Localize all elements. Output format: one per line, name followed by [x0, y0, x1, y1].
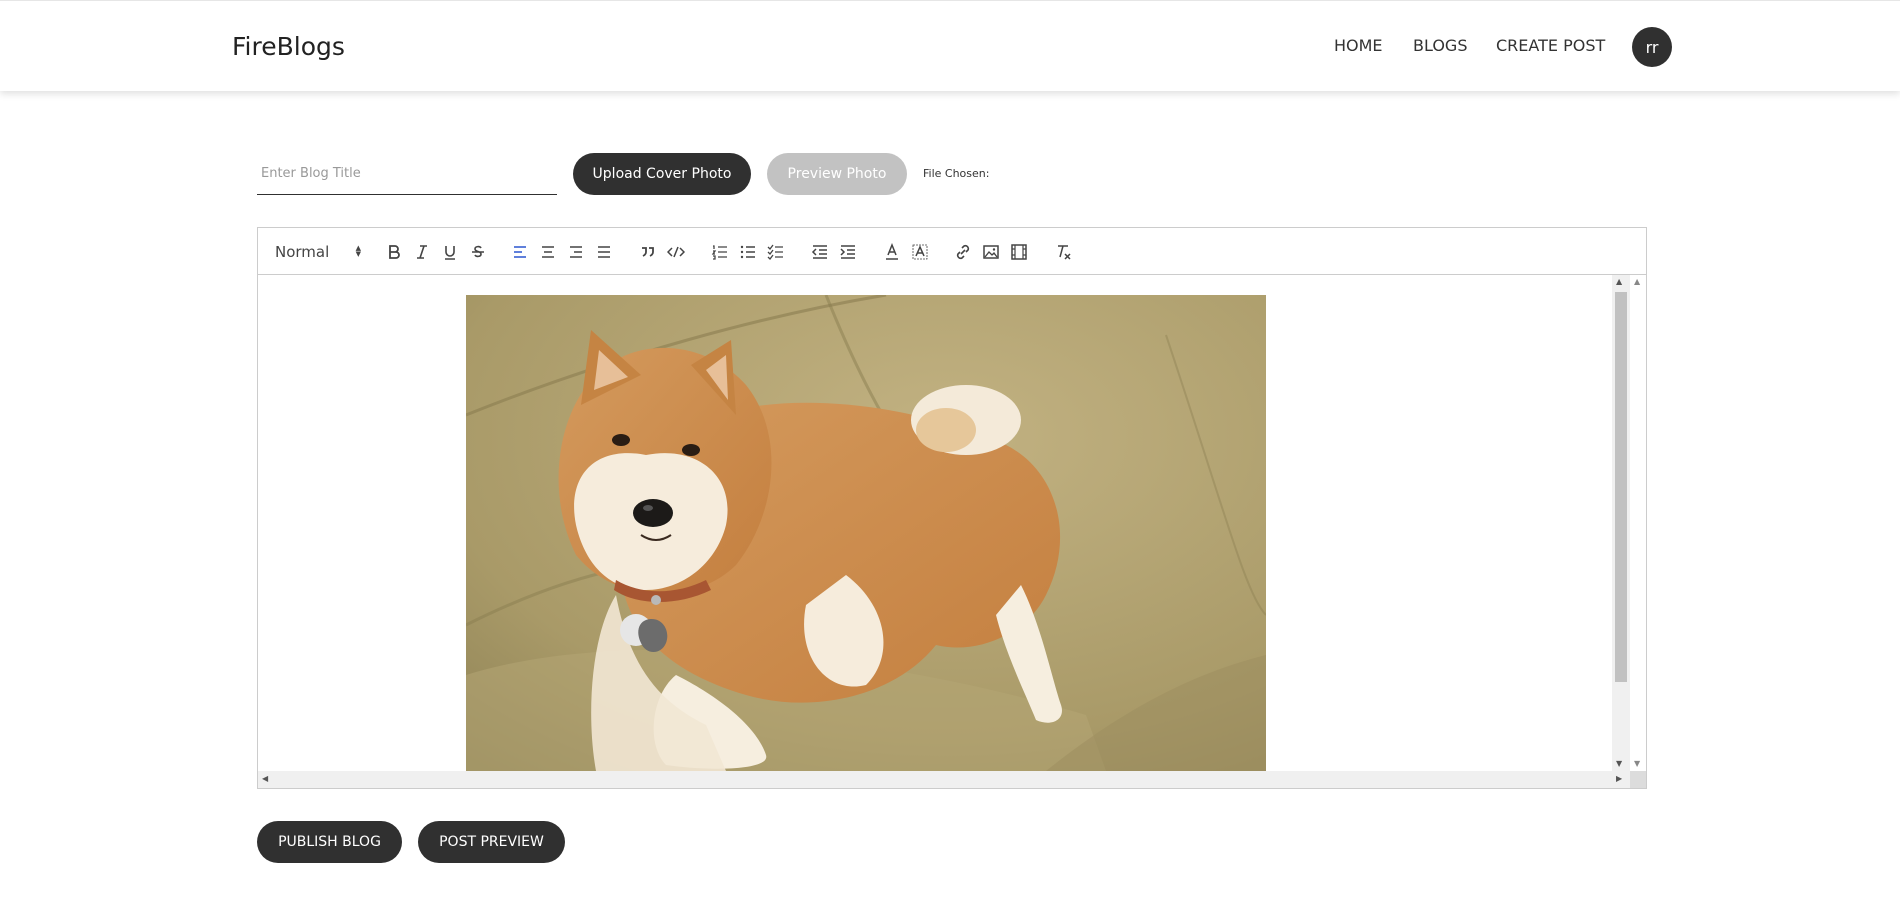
- select-arrows-icon: ▲ ▼: [355, 244, 361, 258]
- code-block-icon[interactable]: [665, 241, 687, 263]
- editor-content-area[interactable]: [258, 275, 1612, 771]
- scrollbar-thumb[interactable]: [1615, 292, 1627, 682]
- upload-cover-photo-button[interactable]: Upload Cover Photo: [573, 153, 751, 195]
- content-image: [466, 295, 1266, 771]
- scroll-left-icon[interactable]: ◀: [262, 774, 268, 783]
- nav-blogs[interactable]: BLOGS: [1413, 36, 1467, 55]
- nav-home[interactable]: HOME: [1334, 36, 1383, 55]
- editor-toolbar: Normal ▲ ▼: [258, 228, 1646, 275]
- text-color-icon[interactable]: [881, 241, 903, 263]
- nav-create-post[interactable]: CREATE POST: [1496, 36, 1605, 55]
- underline-icon[interactable]: [439, 241, 461, 263]
- publish-blog-button[interactable]: PUBLISH BLOG: [257, 821, 402, 863]
- user-avatar[interactable]: rr: [1632, 27, 1672, 67]
- outer-scroll-up-icon[interactable]: ▲: [1634, 277, 1640, 286]
- bold-icon[interactable]: [383, 241, 405, 263]
- header-format-value: Normal: [275, 243, 330, 261]
- italic-icon[interactable]: [411, 241, 433, 263]
- ordered-list-icon[interactable]: [709, 241, 731, 263]
- horizontal-scrollbar[interactable]: ◀ ▶: [258, 771, 1630, 788]
- align-justify-icon[interactable]: [593, 241, 615, 263]
- outer-scroll-down-icon[interactable]: ▼: [1634, 759, 1640, 768]
- scroll-right-icon[interactable]: ▶: [1616, 774, 1622, 783]
- background-color-icon[interactable]: [909, 241, 931, 263]
- scroll-up-icon[interactable]: ▲: [1616, 277, 1622, 286]
- video-icon[interactable]: [1008, 241, 1030, 263]
- post-preview-button[interactable]: POST PREVIEW: [418, 821, 565, 863]
- preview-photo-button[interactable]: Preview Photo: [767, 153, 907, 195]
- rich-text-editor: Normal ▲ ▼ ▲ ▼ ▲ ▼ ◀ ▶: [257, 227, 1647, 789]
- image-icon[interactable]: [980, 241, 1002, 263]
- site-header: FireBlogs HOME BLOGS CREATE POST rr: [0, 0, 1900, 91]
- outer-vertical-scrollbar[interactable]: ▲ ▼: [1630, 275, 1646, 771]
- align-left-icon[interactable]: [509, 241, 531, 263]
- outdent-icon[interactable]: [809, 241, 831, 263]
- indent-icon[interactable]: [837, 241, 859, 263]
- vertical-scrollbar[interactable]: ▲ ▼: [1612, 275, 1630, 771]
- align-right-icon[interactable]: [565, 241, 587, 263]
- file-chosen-label: File Chosen:: [923, 167, 990, 180]
- site-logo[interactable]: FireBlogs: [232, 32, 345, 61]
- scroll-down-icon[interactable]: ▼: [1616, 759, 1622, 768]
- link-icon[interactable]: [952, 241, 974, 263]
- check-list-icon[interactable]: [765, 241, 787, 263]
- blockquote-icon[interactable]: [637, 241, 659, 263]
- header-format-select[interactable]: Normal ▲ ▼: [275, 241, 365, 263]
- scrollbar-corner: [1630, 771, 1646, 788]
- bullet-list-icon[interactable]: [737, 241, 759, 263]
- strike-icon[interactable]: [467, 241, 489, 263]
- blog-title-input[interactable]: [257, 153, 557, 195]
- clean-format-icon[interactable]: [1052, 241, 1074, 263]
- align-center-icon[interactable]: [537, 241, 559, 263]
